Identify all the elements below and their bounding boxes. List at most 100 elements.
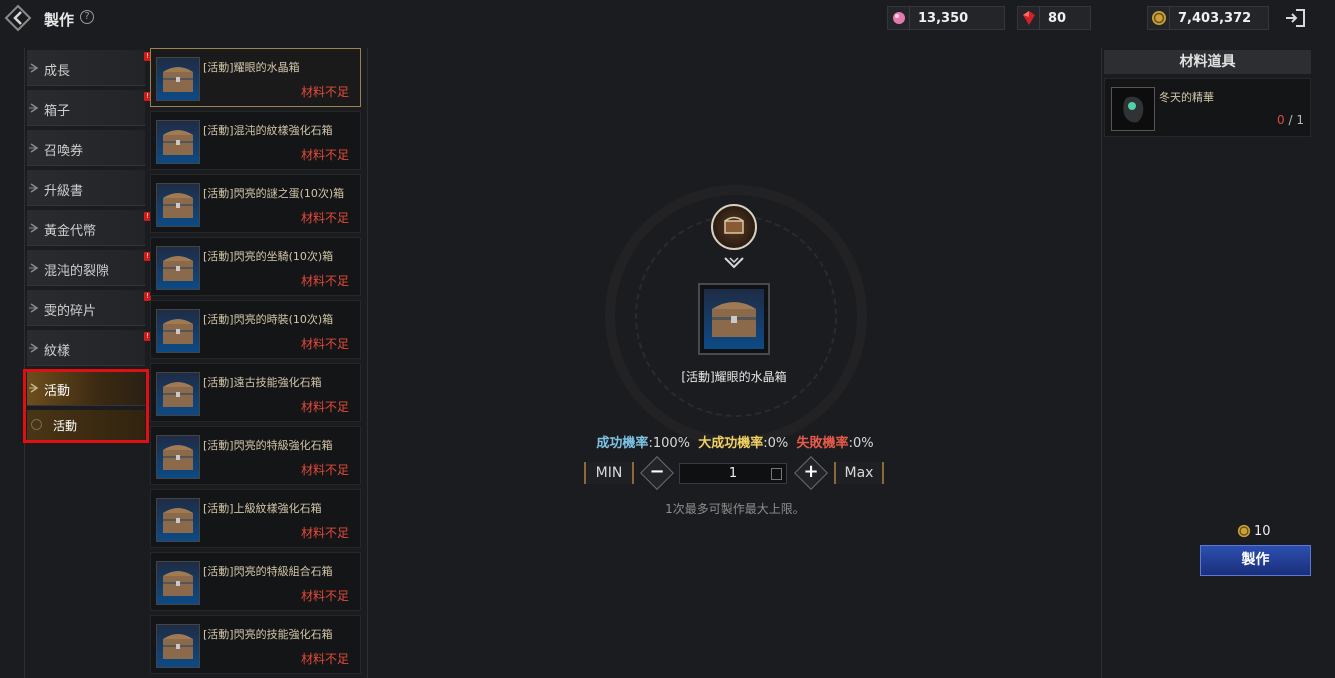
chest-icon — [156, 246, 200, 290]
category-label: 混沌的裂隙 — [44, 264, 110, 279]
currency-gold-value: 7,403,372 — [1178, 10, 1252, 26]
recipe-status: 材料不足 — [300, 85, 349, 99]
recipe-name: [活動]混沌的紋樣強化石箱 — [203, 124, 333, 137]
currency-ruby: 80 — [1017, 6, 1091, 30]
min-button[interactable]: MIN — [584, 462, 634, 484]
recipe-name: [活動]閃亮的特級組合石箱 — [203, 565, 333, 578]
recipe-status: 材料不足 — [300, 589, 349, 603]
currency-crystal: 13,350 — [887, 6, 1005, 30]
recipe-status: 材料不足 — [300, 274, 349, 288]
great-success-rate-label: 大成功機率 — [698, 436, 764, 451]
arrow-icon — [29, 383, 39, 393]
chevron-down-icon — [724, 257, 744, 269]
subcategory-label: 活動 — [53, 419, 78, 433]
category-box[interactable]: 箱子 ! — [27, 90, 151, 126]
category-fragment[interactable]: 雯的碎片 ! — [27, 290, 151, 326]
craft-button[interactable]: 製作 — [1200, 545, 1311, 576]
recipe-status: 材料不足 — [300, 400, 349, 414]
recipe-item[interactable]: [活動]閃亮的謎之蛋(10次)箱 材料不足 — [150, 174, 361, 233]
exit-icon[interactable] — [1284, 6, 1308, 30]
category-label: 黃金代幣 — [44, 224, 97, 239]
recipe-list: [活動]耀眼的水晶箱 材料不足 [活動]混沌的紋樣強化石箱 材料不足 [活動]閃… — [148, 48, 362, 678]
recipe-name: [活動]遠古技能強化石箱 — [203, 376, 322, 389]
recipe-item[interactable]: [活動]遠古技能強化石箱 材料不足 — [150, 363, 361, 422]
category-growth[interactable]: 成長 ! — [27, 50, 151, 86]
arrow-icon — [29, 63, 39, 73]
increase-button[interactable]: + — [794, 456, 828, 490]
recipe-name: [活動]上級紋樣強化石箱 — [203, 502, 322, 515]
help-icon[interactable]: ? — [80, 10, 94, 24]
category-chaos-rift[interactable]: 混沌的裂隙 ! — [27, 250, 151, 286]
currency-ruby-value: 80 — [1048, 10, 1067, 26]
recipe-item[interactable]: [活動]混沌的紋樣強化石箱 材料不足 — [150, 111, 361, 170]
material-item[interactable]: 冬天的精華 0 / 1 — [1104, 78, 1311, 137]
category-panel: 成長 ! 箱子 ! 召喚券 升級書 黃金代幣 ! 混沌的裂隙 ! 雯的碎片 ! … — [24, 48, 151, 678]
back-icon[interactable] — [4, 4, 34, 32]
recipe-name: [活動]閃亮的時裝(10次)箱 — [203, 313, 334, 326]
material-count: 0 / 1 — [1277, 113, 1304, 127]
chest-icon — [156, 120, 200, 164]
pink-crystal-icon — [888, 7, 910, 29]
chest-icon — [156, 183, 200, 227]
chest-icon — [156, 372, 200, 416]
category-label: 雯的碎片 — [44, 304, 97, 319]
minus-icon: − — [649, 461, 665, 482]
top-bar: 製作 ? 13,350 80 7,403,372 — [0, 0, 1335, 38]
limit-note: 1次最多可製作最大上限。 — [665, 502, 805, 516]
decrease-button[interactable]: − — [640, 456, 674, 490]
category-label: 成長 — [44, 64, 71, 79]
category-upgrade-book[interactable]: 升級書 — [27, 170, 145, 206]
chest-icon — [156, 57, 200, 101]
chest-icon — [704, 289, 764, 349]
category-event[interactable]: 活動 — [27, 370, 145, 406]
recipe-name: [活動]閃亮的坐騎(10次)箱 — [203, 250, 334, 263]
recipe-name: [活動]耀眼的水晶箱 — [203, 61, 300, 74]
recipe-item[interactable]: [活動]閃亮的技能強化石箱 材料不足 — [150, 615, 361, 674]
arrow-icon — [29, 303, 39, 313]
divider — [1101, 48, 1102, 678]
quantity-input[interactable]: 1 — [679, 463, 787, 484]
calculator-icon[interactable] — [771, 468, 782, 480]
recipe-name: [活動]閃亮的技能強化石箱 — [203, 628, 333, 641]
recipe-item[interactable]: [活動]上級紋樣強化石箱 材料不足 — [150, 489, 361, 548]
category-label: 召喚券 — [44, 144, 84, 159]
currency-crystal-value: 13,350 — [918, 10, 969, 26]
quantity-value: 1 — [728, 466, 738, 481]
category-label: 升級書 — [44, 184, 84, 199]
category-gold-token[interactable]: 黃金代幣 ! — [27, 210, 151, 246]
recipe-item[interactable]: [活動]閃亮的時裝(10次)箱 材料不足 — [150, 300, 361, 359]
recipe-item[interactable]: [活動]閃亮的特級強化石箱 材料不足 — [150, 426, 361, 485]
red-ruby-icon — [1018, 7, 1040, 29]
subcategory-event[interactable]: 活動 — [27, 410, 145, 440]
currency-gold: 7,403,372 — [1147, 6, 1269, 30]
selected-item-slot — [698, 283, 770, 355]
materials-header: 材料道具 — [1104, 50, 1311, 74]
chest-icon — [156, 624, 200, 668]
chest-icon — [156, 309, 200, 353]
great-success-rate-value: :0% — [763, 436, 789, 451]
gold-coin-icon — [1237, 524, 1251, 538]
recipe-name: [活動]閃亮的謎之蛋(10次)箱 — [203, 187, 345, 200]
craft-rates: 成功機率:100% 大成功機率:0% 失敗機率:0% — [560, 432, 910, 451]
arrow-icon — [29, 343, 39, 353]
recipe-status: 材料不足 — [300, 211, 349, 225]
arrow-icon — [29, 143, 39, 153]
category-label: 活動 — [44, 384, 71, 399]
arrow-icon — [29, 103, 39, 113]
category-summon-ticket[interactable]: 召喚券 — [27, 130, 145, 166]
recipe-status: 材料不足 — [300, 337, 349, 351]
craft-emblem-icon — [711, 204, 757, 250]
winter-essence-icon — [1111, 87, 1155, 131]
page-title: 製作 — [44, 11, 75, 29]
recipe-item[interactable]: [活動]耀眼的水晶箱 材料不足 — [150, 48, 361, 107]
success-rate-value: :100% — [648, 436, 690, 451]
category-pattern[interactable]: 紋樣 ! — [27, 330, 151, 366]
recipe-item[interactable]: [活動]閃亮的特級組合石箱 材料不足 — [150, 552, 361, 611]
max-button[interactable]: Max — [834, 462, 884, 484]
radio-dot-icon — [31, 419, 42, 430]
material-separator: / — [1284, 113, 1297, 127]
material-need: 1 — [1296, 113, 1304, 127]
material-have: 0 — [1277, 113, 1285, 127]
recipe-item[interactable]: [活動]閃亮的坐騎(10次)箱 材料不足 — [150, 237, 361, 296]
category-label: 紋樣 — [44, 344, 71, 359]
